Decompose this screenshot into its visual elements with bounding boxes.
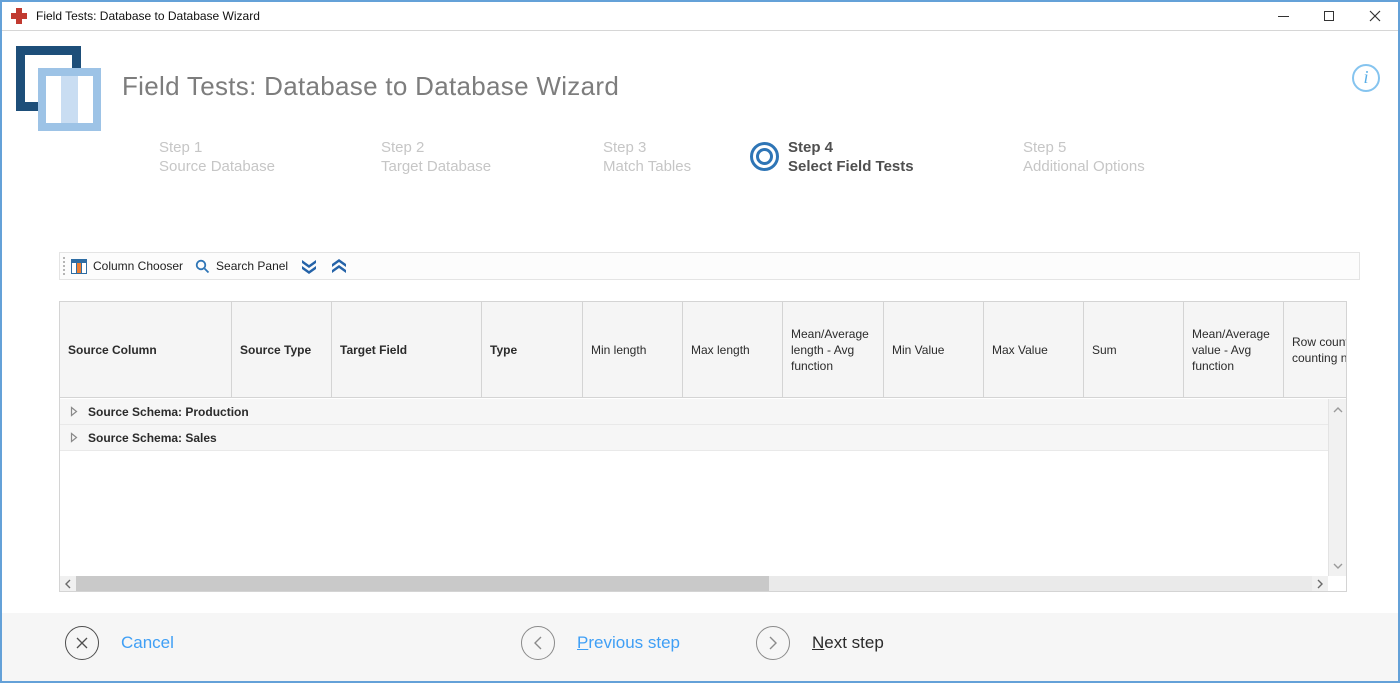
- grid-header-row: Source Column Source Type Target Field T…: [60, 302, 1346, 398]
- app-logo: [16, 46, 102, 132]
- app-cross-icon: [11, 8, 27, 24]
- scroll-left-button[interactable]: [60, 576, 76, 591]
- column-header-min-length[interactable]: Min length: [583, 302, 683, 397]
- logo-stripe: [61, 76, 78, 123]
- column-header-min-value[interactable]: Min Value: [884, 302, 984, 397]
- wizard-window: Field Tests: Database to Database Wizard…: [0, 0, 1400, 683]
- column-header-mean-value[interactable]: Mean/Average value - Avg function: [1184, 302, 1284, 397]
- page-title: Field Tests: Database to Database Wizard: [122, 71, 619, 102]
- chevron-up-icon: [1333, 407, 1343, 413]
- previous-step-label: Previous step: [577, 633, 680, 653]
- column-header-source-type[interactable]: Source Type: [232, 302, 332, 397]
- maximize-button[interactable]: [1306, 2, 1352, 30]
- active-step-ring-icon: [750, 142, 779, 171]
- previous-step-button[interactable]: Previous step: [521, 626, 680, 660]
- group-row-label: Source Schema: Production: [88, 405, 249, 419]
- step-number: Step 5: [1023, 138, 1145, 157]
- double-chevron-up-icon: [330, 259, 348, 274]
- close-button[interactable]: [1352, 2, 1398, 30]
- step-number: Step 1: [159, 138, 275, 157]
- previous-chevron-icon: [521, 626, 555, 660]
- column-header-source-column[interactable]: Source Column: [60, 302, 232, 397]
- column-chooser-label: Column Chooser: [93, 259, 183, 273]
- group-row-sales[interactable]: Source Schema: Sales: [60, 425, 1328, 451]
- collapse-all-button[interactable]: [294, 253, 324, 279]
- double-chevron-down-icon: [300, 259, 318, 274]
- step-number: Step 4: [788, 138, 914, 157]
- logo-front-square: [38, 68, 101, 131]
- column-chooser-icon: [71, 259, 87, 274]
- titlebar: Field Tests: Database to Database Wizard: [2, 2, 1398, 31]
- close-icon: [1369, 10, 1381, 22]
- expand-triangle-icon[interactable]: [70, 432, 78, 443]
- column-header-max-length[interactable]: Max length: [683, 302, 783, 397]
- step-label: Select Field Tests: [788, 157, 914, 176]
- column-chooser-button[interactable]: Column Chooser: [65, 253, 189, 279]
- search-panel-label: Search Panel: [216, 259, 288, 273]
- group-row-label: Source Schema: Sales: [88, 431, 217, 445]
- footer-bar: Cancel Previous step Next step: [2, 613, 1398, 681]
- expand-all-button[interactable]: [324, 253, 354, 279]
- maximize-icon: [1324, 11, 1334, 21]
- horizontal-scrollbar[interactable]: [60, 576, 1328, 591]
- minimize-button[interactable]: [1260, 2, 1306, 30]
- step-item-5[interactable]: Step 5 Additional Options: [1023, 138, 1145, 176]
- window-title: Field Tests: Database to Database Wizard: [36, 9, 260, 23]
- cancel-button[interactable]: Cancel: [65, 626, 174, 660]
- step-item-3[interactable]: Step 3 Match Tables: [603, 138, 691, 176]
- step-item-4[interactable]: Step 4 Select Field Tests: [788, 138, 914, 176]
- step-item-1[interactable]: Step 1 Source Database: [159, 138, 275, 176]
- next-chevron-icon: [756, 626, 790, 660]
- cancel-label: Cancel: [121, 633, 174, 653]
- scroll-down-button[interactable]: [1329, 557, 1346, 574]
- step-number: Step 2: [381, 138, 491, 157]
- next-step-label: Next step: [812, 633, 884, 653]
- column-header-mean-length[interactable]: Mean/Average length - Avg function: [783, 302, 884, 397]
- next-step-button[interactable]: Next step: [756, 626, 884, 660]
- search-icon: [195, 259, 210, 274]
- vertical-scrollbar[interactable]: [1328, 399, 1346, 576]
- h-scroll-thumb[interactable]: [76, 576, 769, 591]
- grid-body: Source Schema: Production Source Schema:…: [60, 399, 1328, 576]
- column-header-target-field[interactable]: Target Field: [332, 302, 482, 397]
- scroll-right-button[interactable]: [1312, 576, 1328, 591]
- chevron-down-icon: [1333, 563, 1343, 569]
- step-label: Additional Options: [1023, 157, 1145, 176]
- column-header-type[interactable]: Type: [482, 302, 583, 397]
- scroll-up-button[interactable]: [1329, 401, 1346, 418]
- column-header-max-value[interactable]: Max Value: [984, 302, 1084, 397]
- cancel-x-icon: [65, 626, 99, 660]
- column-header-row-count[interactable]: Row count not counting null: [1284, 302, 1346, 397]
- step-label: Match Tables: [603, 157, 691, 176]
- step-label: Target Database: [381, 157, 491, 176]
- column-header-sum[interactable]: Sum: [1084, 302, 1184, 397]
- window-controls: [1260, 2, 1398, 30]
- step-number: Step 3: [603, 138, 691, 157]
- chevron-left-icon: [65, 579, 71, 589]
- grid-toolbar: Column Chooser Search Panel: [59, 252, 1360, 280]
- search-panel-button[interactable]: Search Panel: [189, 253, 294, 279]
- field-tests-grid: Source Column Source Type Target Field T…: [59, 301, 1347, 592]
- step-item-2[interactable]: Step 2 Target Database: [381, 138, 491, 176]
- active-step-ring-inner: [756, 148, 773, 165]
- step-label: Source Database: [159, 157, 275, 176]
- info-icon[interactable]: i: [1352, 64, 1380, 92]
- minimize-icon: [1278, 16, 1289, 17]
- chevron-right-icon: [1317, 579, 1323, 589]
- group-row-production[interactable]: Source Schema: Production: [60, 399, 1328, 425]
- expand-triangle-icon[interactable]: [70, 406, 78, 417]
